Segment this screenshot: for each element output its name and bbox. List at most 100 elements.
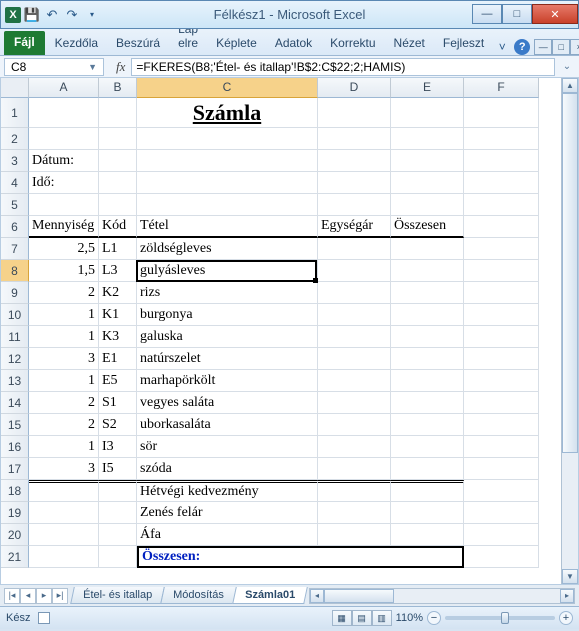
cell-name[interactable]: szóda <box>137 458 318 480</box>
row-header[interactable]: 4 <box>1 172 29 194</box>
cell[interactable] <box>29 480 99 502</box>
cell-qty[interactable]: 1 <box>29 304 99 326</box>
cell-code[interactable]: K3 <box>99 326 137 348</box>
cell[interactable] <box>99 546 137 568</box>
cell[interactable] <box>99 480 137 502</box>
cell-qty[interactable]: 2,5 <box>29 238 99 260</box>
cell[interactable] <box>137 150 318 172</box>
cell[interactable] <box>464 480 539 502</box>
cell[interactable] <box>29 546 99 568</box>
cell[interactable] <box>391 98 464 128</box>
zoom-slider[interactable] <box>445 616 555 620</box>
footer-zenes[interactable]: Zenés felár <box>137 502 318 524</box>
tab-file[interactable]: Fájl <box>4 31 45 55</box>
cell[interactable] <box>391 150 464 172</box>
close-button[interactable]: ✕ <box>532 4 578 24</box>
cell[interactable] <box>464 458 539 480</box>
header-osszesen[interactable]: Összesen <box>391 216 464 238</box>
cell-name[interactable]: galuska <box>137 326 318 348</box>
row-header[interactable]: 7 <box>1 238 29 260</box>
cell-qty[interactable]: 2 <box>29 282 99 304</box>
cell[interactable] <box>464 546 539 568</box>
cell[interactable] <box>318 414 391 436</box>
cell[interactable] <box>391 480 464 502</box>
tab-formulas[interactable]: Képlete <box>208 32 265 55</box>
row-header[interactable]: 1 <box>1 98 29 128</box>
cell[interactable] <box>464 194 539 216</box>
sheet-nav-first-icon[interactable]: |◂ <box>4 588 20 604</box>
cell[interactable] <box>464 304 539 326</box>
cell[interactable] <box>464 128 539 150</box>
cell[interactable] <box>464 414 539 436</box>
cell-name[interactable]: sör <box>137 436 318 458</box>
row-header[interactable]: 6 <box>1 216 29 238</box>
qat-dropdown-icon[interactable]: ▾ <box>83 6 101 24</box>
scroll-right-icon[interactable]: ▸ <box>560 589 574 603</box>
cell[interactable] <box>99 524 137 546</box>
cell[interactable] <box>99 194 137 216</box>
row-header[interactable]: 20 <box>1 524 29 546</box>
cell[interactable] <box>318 98 391 128</box>
cell[interactable] <box>391 502 464 524</box>
cell[interactable] <box>391 172 464 194</box>
cell-code[interactable]: K1 <box>99 304 137 326</box>
header-kod[interactable]: Kód <box>99 216 137 238</box>
cell[interactable] <box>318 282 391 304</box>
row-header[interactable]: 17 <box>1 458 29 480</box>
scroll-left-icon[interactable]: ◂ <box>310 589 324 603</box>
cell[interactable] <box>464 436 539 458</box>
cell-name[interactable]: zöldségleves <box>137 238 318 260</box>
cell[interactable] <box>318 348 391 370</box>
mdi-restore-button[interactable]: □ <box>552 39 570 55</box>
tab-developer[interactable]: Fejleszt <box>435 32 492 55</box>
macro-record-icon[interactable] <box>38 612 50 624</box>
cell[interactable] <box>318 502 391 524</box>
cell[interactable] <box>464 370 539 392</box>
cell-code[interactable]: I3 <box>99 436 137 458</box>
cell[interactable] <box>391 260 464 282</box>
sheet-nav-last-icon[interactable]: ▸| <box>52 588 68 604</box>
row-header[interactable]: 19 <box>1 502 29 524</box>
cell[interactable] <box>318 392 391 414</box>
row-header[interactable]: 14 <box>1 392 29 414</box>
cell-code[interactable]: L1 <box>99 238 137 260</box>
cell[interactable] <box>464 348 539 370</box>
col-header[interactable]: B <box>99 78 137 98</box>
cell-qty[interactable]: 1,5 <box>29 260 99 282</box>
undo-icon[interactable]: ↶ <box>43 6 61 24</box>
zoom-slider-knob[interactable] <box>501 612 509 624</box>
cell-code[interactable]: I5 <box>99 458 137 480</box>
cell[interactable] <box>29 128 99 150</box>
minimize-button[interactable]: — <box>472 4 502 24</box>
help-icon[interactable]: ? <box>514 39 530 55</box>
scroll-up-icon[interactable]: ▲ <box>562 78 578 93</box>
cell-name[interactable]: uborkasaláta <box>137 414 318 436</box>
tab-data[interactable]: Adatok <box>267 32 320 55</box>
cell[interactable] <box>318 172 391 194</box>
cell[interactable] <box>99 502 137 524</box>
page-layout-view-icon[interactable]: ▤ <box>352 610 372 626</box>
cell[interactable] <box>391 546 464 568</box>
cell[interactable] <box>464 260 539 282</box>
cell[interactable] <box>464 150 539 172</box>
cell[interactable] <box>318 370 391 392</box>
row-header[interactable]: 12 <box>1 348 29 370</box>
cell[interactable] <box>391 238 464 260</box>
row-header[interactable]: 8 <box>1 260 29 282</box>
cell-name[interactable]: natúrszelet <box>137 348 318 370</box>
scroll-down-icon[interactable]: ▼ <box>562 569 578 584</box>
cell[interactable] <box>391 304 464 326</box>
sheet-tab[interactable]: Étel- és itallap <box>70 587 165 604</box>
cell[interactable] <box>464 98 539 128</box>
cell-qty[interactable]: 2 <box>29 392 99 414</box>
cell[interactable] <box>318 260 391 282</box>
sheet-nav-prev-icon[interactable]: ◂ <box>20 588 36 604</box>
cell[interactable] <box>391 392 464 414</box>
cell[interactable] <box>318 238 391 260</box>
row-header[interactable]: 9 <box>1 282 29 304</box>
cell[interactable] <box>318 480 391 502</box>
cell-qty[interactable]: 3 <box>29 458 99 480</box>
sheet-tab[interactable]: Módosítás <box>160 587 236 604</box>
col-header[interactable]: C <box>137 78 318 98</box>
cell-code[interactable]: S2 <box>99 414 137 436</box>
